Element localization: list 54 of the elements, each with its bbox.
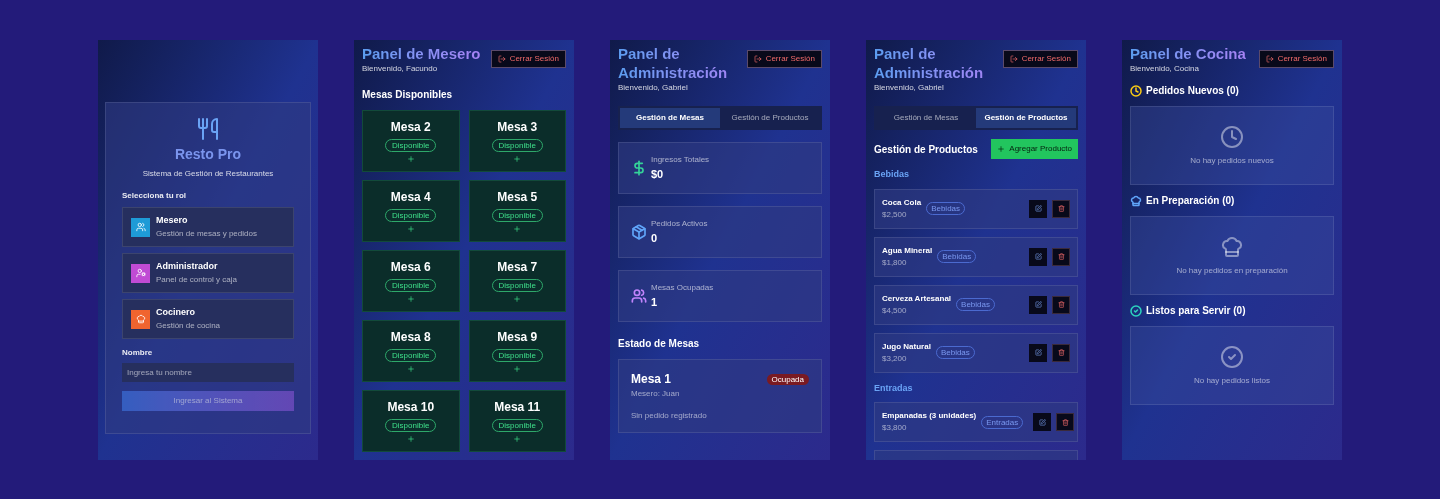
tab[interactable]: Gestión de Mesas xyxy=(876,108,976,128)
role-option[interactable]: Mesero Gestión de mesas y pedidos xyxy=(122,207,294,247)
waiter-name: Mesero: Juan xyxy=(631,388,681,400)
welcome-text: Bienvenido, Facundo xyxy=(362,63,439,75)
table-name: Mesa 1 xyxy=(631,371,672,388)
logout-button[interactable]: Cerrar Sesión xyxy=(746,50,822,68)
status-badge: Ocupada xyxy=(766,373,809,385)
table-card[interactable]: Mesa 4 Disponible xyxy=(362,180,460,242)
name-field[interactable]: Ingresa tu nombre xyxy=(122,363,294,382)
empty-state-card: No hay pedidos nuevos xyxy=(1130,106,1334,185)
order-note: Sin pedido registrado xyxy=(631,410,708,422)
section-heading: Mesas Disponibles xyxy=(361,88,454,102)
table-card[interactable]: Mesa 8 Disponible xyxy=(362,320,460,382)
tab[interactable]: Gestión de Mesas xyxy=(620,108,720,128)
welcome-text: Bienvenido, Cocina xyxy=(1130,63,1200,75)
table-card[interactable]: Mesa 9 Disponible xyxy=(468,320,566,382)
category-heading: Bebidas xyxy=(874,168,910,181)
table-card[interactable]: Mesa 5 Disponible xyxy=(468,180,566,242)
app-subtitle: Sistema de Gestión de Restaurantes xyxy=(142,168,274,180)
product-row: Jugo Natural $3,200 Bebidas xyxy=(874,332,1078,373)
role-label: Selecciona tu rol xyxy=(122,190,187,202)
table-card[interactable]: Mesa 2 Disponible xyxy=(362,110,460,172)
product-row: Empanadas (3 unidades) $3,800 Entradas xyxy=(874,402,1078,442)
table-card[interactable]: Mesa 6 Disponible xyxy=(362,250,460,312)
table-card[interactable]: Mesa 3 Disponible xyxy=(468,110,566,172)
stat-card: Pedidos Activos 0 xyxy=(618,206,822,258)
section-heading: En Preparación (0) xyxy=(1146,194,1235,208)
table-card[interactable]: Mesa 11 Disponible xyxy=(468,390,566,452)
product-row: Cerveza Artesanal $4,500 Bebidas xyxy=(874,284,1078,325)
product-row: Agua Mineral $1,800 Bebidas xyxy=(874,236,1078,277)
welcome-text: Bienvenido, Gabriel xyxy=(618,82,689,94)
section-heading: Listos para Servir (0) xyxy=(1146,304,1246,318)
section-heading: Pedidos Nuevos (0) xyxy=(1146,84,1239,98)
table-card[interactable]: Mesa 7 Disponible xyxy=(468,250,566,312)
tab[interactable]: Gestión de Productos xyxy=(976,108,1076,128)
role-option[interactable]: Cocinero Gestión de cocina xyxy=(122,299,294,339)
product-row: Coca Cola $2,500 Bebidas xyxy=(874,188,1078,229)
section-heading: Estado de Mesas xyxy=(617,337,701,351)
stat-card: Ingresos Totales $0 xyxy=(618,142,822,194)
stat-card: Mesas Ocupadas 1 xyxy=(618,270,822,322)
logout-button[interactable]: Cerrar Sesión xyxy=(1002,50,1078,68)
logout-button[interactable]: Cerrar Sesión xyxy=(1258,50,1334,68)
add-product-button[interactable]: Agregar Producto xyxy=(991,139,1078,159)
name-label: Nombre xyxy=(122,347,153,359)
tab[interactable]: Gestión de Productos xyxy=(720,108,820,128)
table-card[interactable]: Mesa 10 Disponible xyxy=(362,390,460,452)
welcome-text: Bienvenido, Gabriel xyxy=(874,82,945,94)
logout-button[interactable]: Cerrar Sesión xyxy=(490,50,566,68)
empty-state-card: No hay pedidos en preparación xyxy=(1130,216,1334,295)
role-option[interactable]: Administrador Panel de control y caja xyxy=(122,253,294,293)
app-name: Resto Pro xyxy=(174,145,242,164)
empty-state-card: No hay pedidos listos xyxy=(1130,326,1334,405)
section-heading: Gestión de Productos xyxy=(874,142,978,157)
category-heading: Entradas xyxy=(874,381,914,395)
